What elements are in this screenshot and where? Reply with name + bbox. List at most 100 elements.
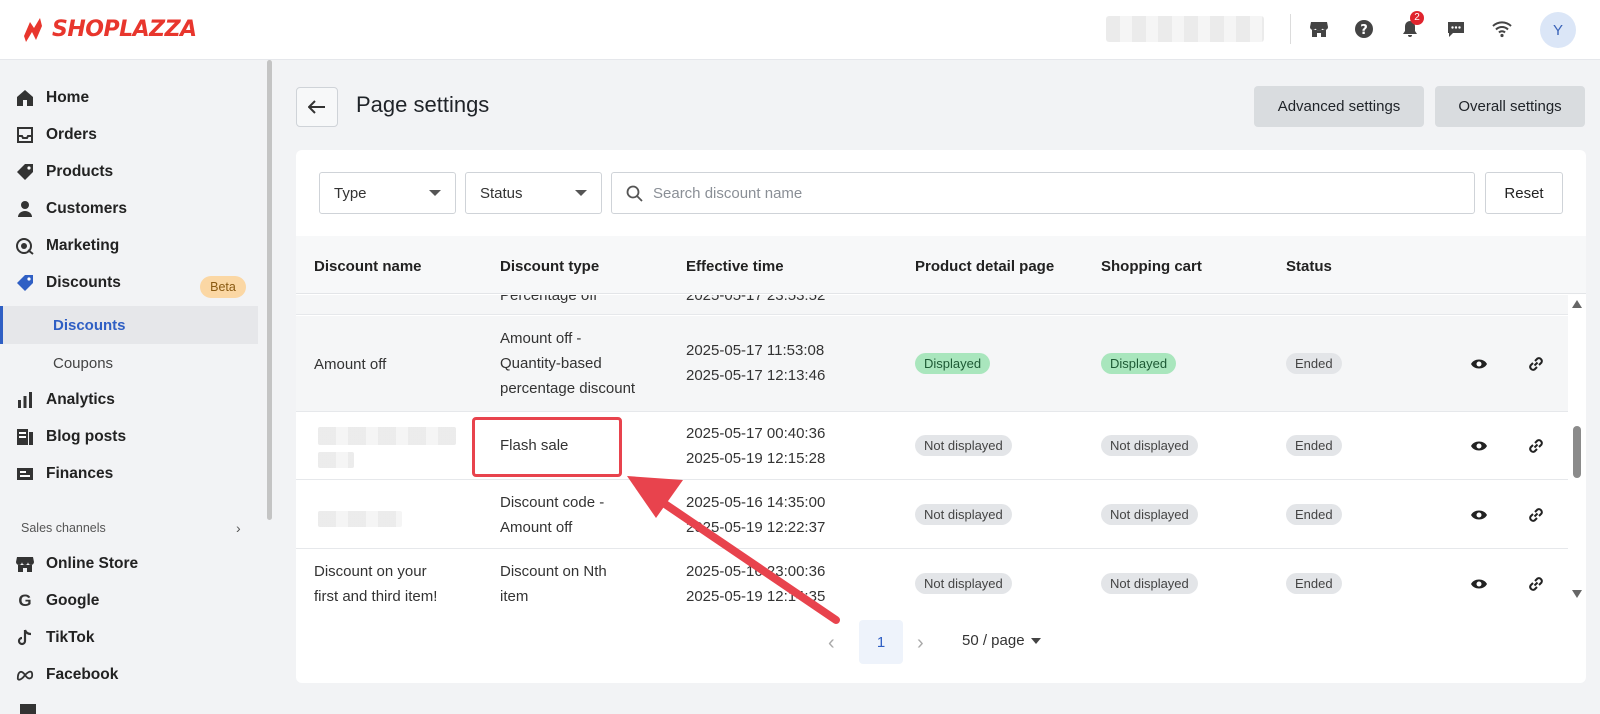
- discount-type-cell: Percentage off: [500, 295, 598, 304]
- sidebar-item-label: Home: [46, 89, 90, 106]
- shoplazza-logo-icon: [24, 18, 42, 42]
- status-badge: Ended: [1286, 504, 1342, 525]
- table-row[interactable]: Discount code - Amount off 2025-05-16 14…: [296, 480, 1568, 549]
- back-button[interactable]: [296, 87, 338, 127]
- sidebar-item-label: Analytics: [46, 391, 115, 408]
- sidebar-item-facebook[interactable]: Facebook: [16, 658, 118, 692]
- sidebar-item-label: Marketing: [46, 237, 120, 254]
- sidebar-item-label: Blog posts: [46, 428, 127, 445]
- discount-type-line: percentage discount: [500, 380, 636, 397]
- sidebar-item-label: Google: [46, 592, 100, 609]
- sidebar-item-orders[interactable]: Orders: [16, 118, 97, 152]
- page-number-current[interactable]: 1: [859, 620, 903, 664]
- sidebar-item-label: Facebook: [46, 666, 119, 683]
- effective-time-cell: 2025-05-16 23:00:36 2025-05-19 12:14:35: [686, 559, 825, 603]
- sidebar-subitem-coupons[interactable]: Coupons: [0, 344, 258, 382]
- sidebar-item-products[interactable]: Products: [16, 155, 113, 189]
- discount-type-cell: Discount on Nth item: [500, 559, 607, 603]
- table-row[interactable]: Percentage off 2025-05-17 23:53:52: [296, 295, 1568, 315]
- start-time: 2025-05-17 11:53:08: [686, 342, 825, 359]
- reset-button[interactable]: Reset: [1485, 172, 1563, 214]
- target-icon: [16, 237, 34, 255]
- blurred-discount-name: [318, 511, 402, 527]
- beta-badge: Beta: [200, 276, 246, 298]
- store-name-blurred[interactable]: [1106, 16, 1264, 42]
- discount-type-line: item: [500, 588, 529, 603]
- sidebar-item-online-store[interactable]: Online Store: [16, 547, 138, 581]
- chevron-left-icon[interactable]: ‹: [828, 632, 835, 655]
- caret-down-icon: [429, 190, 441, 196]
- sidebar-item-discounts[interactable]: Discounts: [16, 266, 121, 300]
- sidebar-item-label: Online Store: [46, 555, 139, 572]
- overall-settings-button[interactable]: Overall settings: [1435, 86, 1585, 127]
- column-header-status: Status: [1286, 258, 1332, 275]
- advanced-settings-button[interactable]: Advanced settings: [1254, 86, 1424, 127]
- scroll-thumb[interactable]: [1573, 426, 1581, 478]
- inbox-icon: [16, 126, 34, 144]
- chevron-right-icon[interactable]: ›: [917, 632, 924, 655]
- link-icon[interactable]: [1526, 354, 1546, 374]
- caret-down-icon: [575, 190, 587, 196]
- column-header-discount-type: Discount type: [500, 258, 600, 275]
- sidebar-item-home[interactable]: Home: [16, 81, 89, 115]
- sidebar-item-customers[interactable]: Customers: [16, 192, 127, 226]
- effective-time-cell: 2025-05-16 14:35:00 2025-05-19 12:22:37: [686, 490, 825, 540]
- avatar[interactable]: Y: [1540, 12, 1576, 48]
- help-icon[interactable]: ?: [1352, 17, 1376, 41]
- search-input-wrapper[interactable]: [611, 172, 1475, 214]
- cart-status-badge: Not displayed: [1101, 573, 1198, 594]
- per-page-select[interactable]: 50 / page: [962, 632, 1041, 649]
- sidebar-item-label: Customers: [46, 200, 127, 217]
- effective-time-cell: 2025-05-17 11:53:08 2025-05-17 12:13:46: [686, 338, 825, 388]
- table-row[interactable]: Amount off Amount off - Quantity-based p…: [296, 316, 1568, 412]
- effective-time-cell: 2025-05-17 23:53:52: [686, 295, 826, 304]
- pdp-status-badge: Not displayed: [915, 504, 1012, 525]
- start-time: 2025-05-16 14:35:00: [686, 494, 826, 511]
- table-row[interactable]: Discount on your first and third item! D…: [296, 549, 1568, 603]
- tag-icon: [16, 163, 34, 181]
- link-icon[interactable]: [1526, 436, 1546, 456]
- column-header-product-detail-page: Product detail page: [915, 258, 1055, 275]
- discount-type-line: Amount off: [500, 519, 573, 536]
- discount-name-line: Discount on your: [314, 563, 427, 580]
- eye-icon[interactable]: [1469, 505, 1489, 525]
- scroll-down-icon[interactable]: [1572, 590, 1582, 598]
- wifi-icon[interactable]: [1490, 17, 1514, 41]
- type-filter-select[interactable]: Type: [319, 172, 456, 214]
- sidebar-item-google[interactable]: G Google: [16, 584, 99, 618]
- end-time: 2025-05-19 12:22:37: [686, 519, 826, 536]
- sidebar-item-finances[interactable]: Finances: [16, 457, 113, 491]
- status-filter-label: Status: [480, 184, 523, 202]
- store-icon[interactable]: [1307, 17, 1331, 41]
- link-icon[interactable]: [1526, 574, 1546, 594]
- sidebar-item-label: Products: [46, 163, 114, 180]
- discount-name-line: first and third item!: [314, 588, 438, 603]
- shoplazza-logo[interactable]: SHOPLAZZA: [20, 14, 197, 44]
- google-icon: G: [18, 591, 32, 610]
- sidebar-subitem-discounts[interactable]: Discounts: [0, 306, 258, 344]
- start-time: 2025-05-16 23:00:36: [686, 563, 826, 580]
- link-icon[interactable]: [1526, 505, 1546, 525]
- meta-icon: [16, 666, 34, 684]
- eye-icon[interactable]: [1469, 436, 1489, 456]
- scroll-up-icon[interactable]: [1572, 300, 1582, 308]
- person-icon: [16, 200, 34, 218]
- bell-icon[interactable]: 2: [1398, 11, 1424, 41]
- table-scrollbar[interactable]: [1570, 300, 1584, 598]
- sidebar-item-tiktok[interactable]: TikTok: [16, 621, 95, 655]
- divider: [1290, 14, 1291, 44]
- pdp-status-badge: Displayed: [915, 353, 991, 374]
- status-filter-select[interactable]: Status: [465, 172, 602, 214]
- discount-type-line: Quantity-based: [500, 355, 602, 372]
- sidebar-item-blog-posts[interactable]: Blog posts: [16, 420, 126, 454]
- sidebar-item-marketing[interactable]: Marketing: [16, 229, 119, 263]
- discount-name-cell: Discount on your first and third item!: [314, 559, 437, 603]
- chevron-right-icon[interactable]: ›: [236, 520, 241, 536]
- sidebar-scrollbar[interactable]: [267, 60, 272, 520]
- search-input[interactable]: [653, 184, 1433, 202]
- sidebar-item-analytics[interactable]: Analytics: [16, 383, 115, 417]
- message-icon[interactable]: [1444, 17, 1468, 41]
- eye-icon[interactable]: [1469, 354, 1489, 374]
- eye-icon[interactable]: [1469, 574, 1489, 594]
- per-page-label: 50 / page: [962, 632, 1025, 649]
